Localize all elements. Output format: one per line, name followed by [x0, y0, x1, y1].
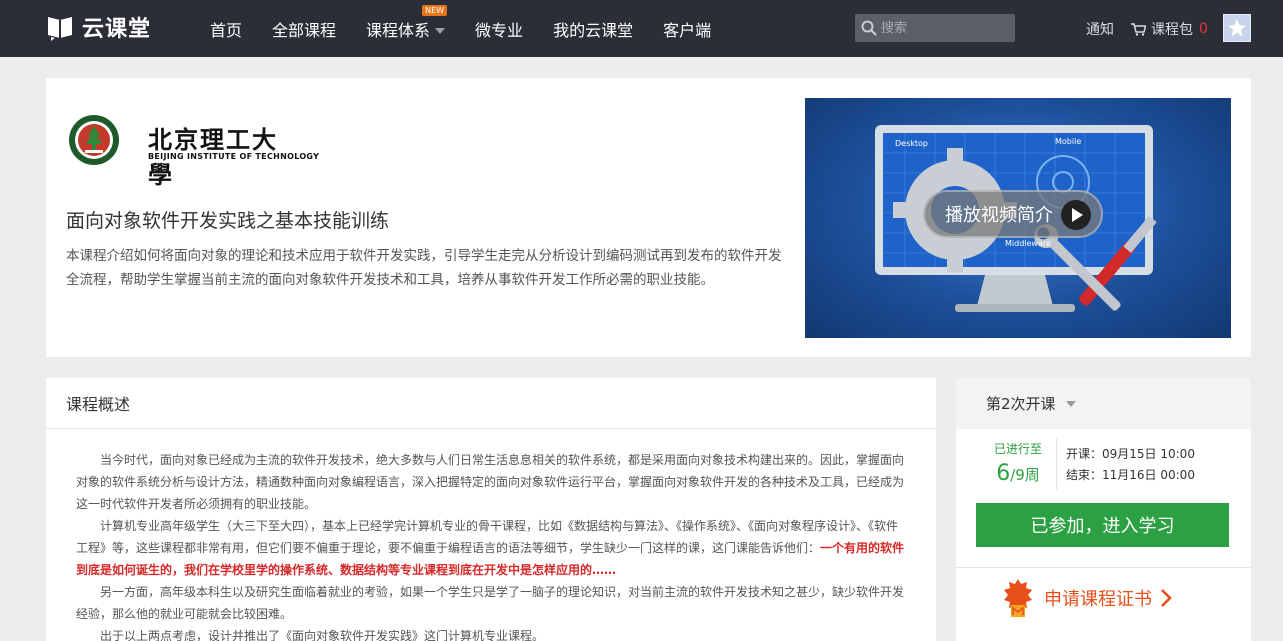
overview-paragraph-text: 计算机专业高年级学生（大三下至大四），基本上已经学完计算机专业的骨干课程，比如《…	[76, 519, 899, 555]
nav-my-classroom[interactable]: 我的云课堂	[553, 17, 633, 41]
overview-body: 当今时代，面向对象已经成为主流的软件开发技术，绝大多数与人们日常生活息息相关的软…	[46, 429, 936, 641]
progress-indicator: 已进行至 6/9周	[976, 440, 1060, 486]
nav-client[interactable]: 客户端	[663, 17, 711, 41]
search-input[interactable]	[881, 18, 1007, 38]
start-label: 开课：	[1066, 447, 1103, 461]
course-package-link[interactable]: 课程包 0	[1131, 19, 1208, 39]
chevron-down-icon	[1065, 400, 1076, 407]
divider	[1056, 438, 1057, 490]
overview-paragraph: 计算机专业高年级学生（大三下至大四），基本上已经学完计算机专业的骨干课程，比如《…	[76, 515, 906, 581]
overview-paragraph: 当今时代，面向对象已经成为主流的软件开发技术，绝大多数与人们日常生活息息相关的软…	[76, 453, 905, 511]
apply-certificate-link[interactable]: 申请课程证书	[1004, 578, 1172, 618]
course-term-panel: 第2次开课 已进行至 6/9周 开课：09月15日 10:00 结束：11月16…	[956, 378, 1251, 641]
term-label: 第2次开课	[986, 395, 1056, 413]
course-overview: 课程概述 当今时代，面向对象已经成为主流的软件开发技术，绝大多数与人们日常生活息…	[46, 378, 936, 641]
course-hero: 北京理工大學 BEIJING INSTITUTE OF TECHNOLOGY 面…	[46, 78, 1251, 357]
nav-micro-major[interactable]: 微专业	[475, 17, 523, 41]
school-logo: 北京理工大學 BEIJING INSTITUTE OF TECHNOLOGY	[68, 112, 319, 189]
intro-video-thumbnail[interactable]: Desktop Mobile Middleware 播放视频简介	[805, 98, 1231, 338]
start-date: 09月15日 10:00	[1102, 447, 1195, 461]
overview-paragraph: 另一方面，高年级本科生以及研究生面临着就业的考验，如果一个学生只是学了一脑子的理…	[76, 585, 905, 621]
nav-course-system[interactable]: 课程体系 NEW	[366, 4, 448, 41]
play-label: 播放视频简介	[945, 205, 1053, 226]
cart-count: 0	[1199, 21, 1208, 37]
site-logo[interactable]: 云课堂	[46, 12, 151, 42]
play-intro-video-button[interactable]: 播放视频简介	[923, 190, 1103, 238]
logo-book-icon	[46, 13, 74, 41]
play-icon	[1061, 200, 1091, 230]
progress-current-week: 6	[996, 461, 1011, 486]
end-date-row: 结束：11月16日 00:00	[1066, 465, 1195, 486]
search-box	[855, 14, 1015, 42]
main-nav: 首页 全部课程 课程体系 NEW 微专业 我的云课堂 客户端	[210, 0, 741, 57]
new-badge: NEW	[422, 4, 448, 16]
school-name-en: BEIJING INSTITUTE OF TECHNOLOGY	[148, 152, 320, 161]
progress-value: 6/9周	[976, 461, 1060, 486]
svg-text:Desktop: Desktop	[895, 139, 928, 148]
course-description: 本课程介绍如何将面向对象的理论和技术应用于软件开发实践，引导学生走完从分析设计到…	[66, 248, 782, 288]
nav-course-system-label: 课程体系	[366, 20, 431, 40]
overview-paragraph: 出于以上两点考虑，设计并推出了《面向对象软件开发实践》这门计算机专业课程。	[100, 629, 545, 641]
progress-total-weeks: /9周	[1010, 466, 1040, 484]
course-dates: 开课：09月15日 10:00 结束：11月16日 00:00	[1066, 444, 1195, 486]
progress-label: 已进行至	[993, 442, 1042, 456]
star-icon	[1228, 19, 1246, 37]
cart-label: 课程包	[1151, 22, 1193, 38]
start-date-row: 开课：09月15日 10:00	[1066, 444, 1195, 465]
chevron-right-icon	[1161, 589, 1172, 607]
top-navigation-bar: 云课堂 首页 全部课程 课程体系 NEW 微专业 我的云课堂 客户端 通知 课程…	[0, 0, 1283, 57]
certificate-label: 申请课程证书	[1044, 589, 1152, 610]
svg-text:Mobile: Mobile	[1055, 137, 1081, 146]
nav-all-courses[interactable]: 全部课程	[272, 17, 336, 41]
svg-text:Middleware: Middleware	[1005, 239, 1051, 248]
certificate-medal-icon	[1004, 579, 1032, 617]
chevron-down-icon	[435, 28, 446, 34]
divider	[956, 567, 1251, 568]
enter-study-button[interactable]: 已参加，进入学习	[976, 503, 1229, 547]
logo-text: 云课堂	[82, 17, 152, 42]
search-icon[interactable]	[861, 20, 877, 36]
cart-icon	[1131, 22, 1146, 36]
user-avatar[interactable]	[1223, 14, 1251, 42]
end-date: 11月16日 00:00	[1102, 468, 1195, 482]
nav-home[interactable]: 首页	[210, 17, 242, 41]
term-selector[interactable]: 第2次开课	[956, 378, 1251, 429]
notification-link[interactable]: 通知	[1086, 19, 1114, 39]
school-emblem-icon	[69, 115, 119, 165]
course-title: 面向对象软件开发实践之基本技能训练	[66, 210, 390, 232]
overview-title: 课程概述	[46, 378, 936, 429]
end-label: 结束：	[1066, 468, 1103, 482]
